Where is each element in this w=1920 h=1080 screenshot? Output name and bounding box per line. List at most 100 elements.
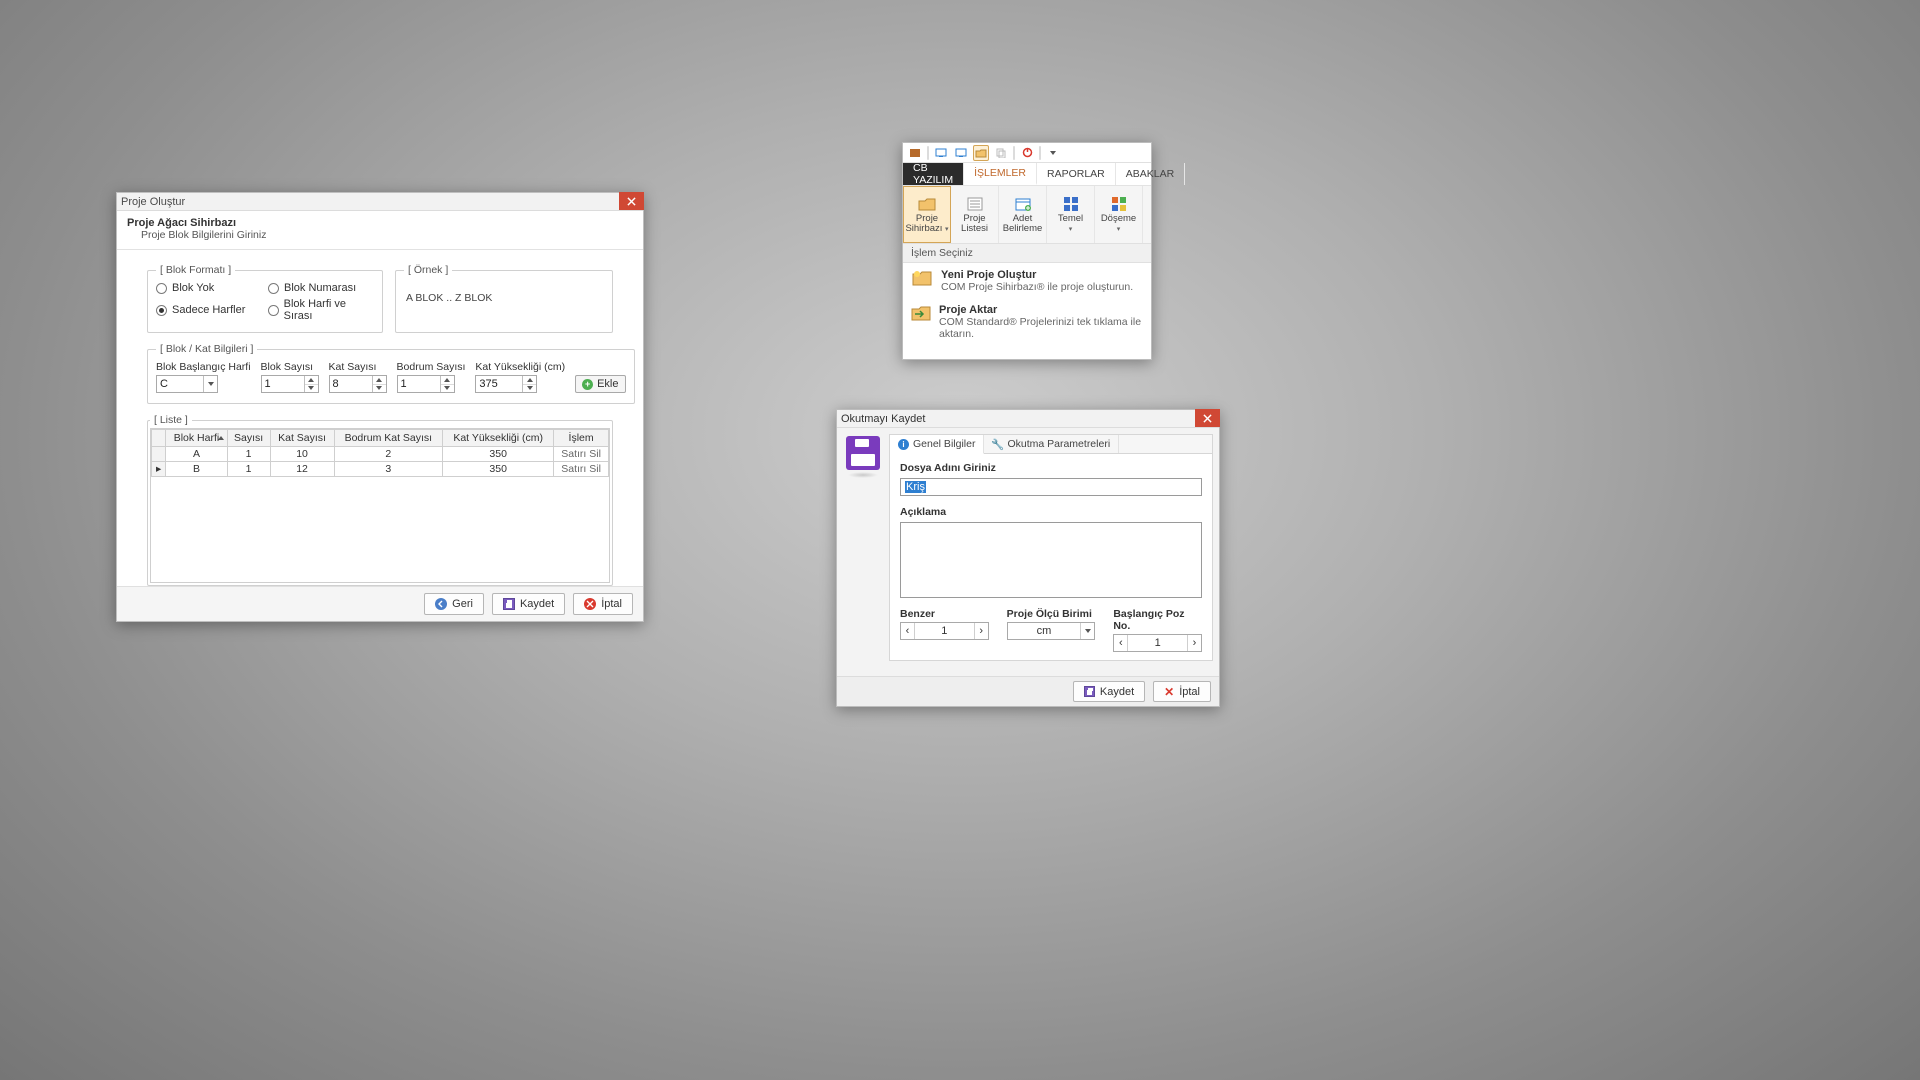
ekle-button[interactable]: + Ekle [575, 375, 625, 393]
spin-down-icon[interactable] [305, 385, 318, 393]
chevron-down-icon: ▾ [945, 226, 949, 233]
ribbon-proje-sihirbazi[interactable]: ProjeSihirbazı ▾ [903, 186, 951, 243]
spin-up-icon[interactable]: › [1187, 635, 1201, 651]
table-row[interactable]: ▸ B 1 12 3 350 Satırı Sil [152, 462, 609, 477]
label-kat-yuksekligi: Kat Yüksekliği (cm) [475, 361, 565, 373]
tab-label: Genel Bilgiler [913, 438, 975, 450]
close-button[interactable] [1195, 409, 1220, 427]
radio-blok-numarasi[interactable]: Blok Numarası [268, 282, 374, 294]
ribbon-adet-belirleme[interactable]: AdetBelirleme [999, 186, 1047, 243]
spin-up-icon[interactable] [305, 376, 318, 385]
spinner-kat-yuksekligi[interactable]: 375 [475, 375, 537, 393]
delete-row-link[interactable]: Satırı Sil [554, 447, 609, 462]
tab-genel-bilgiler[interactable]: i Genel Bilgiler [890, 435, 984, 454]
kaydet-button[interactable]: Kaydet [1073, 681, 1145, 702]
qat-folder-icon[interactable] [973, 145, 989, 161]
qat-app-icon[interactable] [907, 145, 923, 161]
spin-down-icon[interactable] [441, 385, 454, 393]
icon-shadow [848, 472, 878, 478]
grid-liste[interactable]: Blok Harfi Sayısı Kat Sayısı Bodrum Kat … [150, 428, 610, 583]
qat-copy-icon[interactable] [993, 145, 1009, 161]
col-blok-harfi[interactable]: Blok Harfi [166, 430, 227, 447]
group-legend: [ Örnek ] [404, 264, 452, 276]
dialog-panel: i Genel Bilgiler 🔧 Okutma Parametreleri … [889, 434, 1213, 661]
radio-sadece-harfler[interactable]: Sadece Harfler [156, 298, 262, 322]
spacer [575, 361, 625, 373]
col-islem[interactable]: İşlem [554, 430, 609, 447]
wizard-title: Proje Ağacı Sihirbazı [127, 217, 633, 229]
table-row[interactable]: A 1 10 2 350 Satırı Sil [152, 447, 609, 462]
info-icon: i [898, 439, 909, 450]
close-icon [1203, 414, 1212, 423]
qat-customize-dropdown[interactable] [1045, 145, 1061, 161]
menu-yeni-proje-olustur[interactable]: Yeni Proje Oluştur COM Proje Sihirbazı® … [903, 263, 1151, 298]
qat-screen2-icon[interactable] [953, 145, 969, 161]
combo-olcu-birimi[interactable]: cm [1007, 622, 1096, 640]
menu-title: Proje Aktar [939, 304, 1143, 316]
tab-abaklar[interactable]: ABAKLAR [1116, 163, 1185, 185]
tab-okutma-parametreleri[interactable]: 🔧 Okutma Parametreleri [984, 435, 1119, 453]
close-button[interactable] [619, 192, 644, 210]
group-ornek: [ Örnek ] A BLOK .. Z BLOK [395, 264, 613, 333]
dialog-side-icon [843, 434, 883, 661]
ribbon-window: CB YAZILIM İŞLEMLER RAPORLAR ABAKLAR Pro… [902, 142, 1152, 360]
tab-islemler[interactable]: İŞLEMLER [964, 163, 1037, 185]
col-sayisi[interactable]: Sayısı [227, 430, 270, 447]
ribbon-doseme[interactable]: Döşeme▾ [1095, 186, 1143, 243]
cell-blok-harfi: A [166, 447, 227, 462]
spin-down-icon[interactable] [523, 385, 536, 393]
spinner-benzer[interactable]: ‹ 1 › [900, 622, 989, 640]
tab-raporlar[interactable]: RAPORLAR [1037, 163, 1116, 185]
spin-down-icon[interactable]: ‹ [901, 623, 915, 639]
qat-power-icon[interactable] [1019, 145, 1035, 161]
radio-blok-yok[interactable]: Blok Yok [156, 282, 262, 294]
spin-up-icon[interactable] [373, 376, 386, 385]
menu-title: Yeni Proje Oluştur [941, 269, 1133, 281]
grid-blue-icon [1061, 195, 1081, 213]
spin-up-icon[interactable]: › [974, 623, 988, 639]
radio-blok-harfi-sirasi[interactable]: Blok Harfi ve Sırası [268, 298, 374, 322]
menu-desc: COM Standard® Projelerinizi tek tıklama … [939, 316, 1143, 341]
textarea-aciklama[interactable] [900, 522, 1202, 598]
col-kat-yuksekligi[interactable]: Kat Yüksekliği (cm) [443, 430, 554, 447]
spin-up-icon[interactable] [523, 376, 536, 385]
dialog-footer: Kaydet ✕ İptal [837, 676, 1219, 706]
kaydet-button[interactable]: Kaydet [492, 593, 565, 615]
tab-cb-yazilim[interactable]: CB YAZILIM [903, 163, 964, 185]
spin-up-icon[interactable] [441, 376, 454, 385]
group-liste: [ Liste ] Blok Harfi Sayısı Kat Sayısı B… [147, 414, 613, 586]
iptal-button[interactable]: ✕ İptal [1153, 681, 1211, 702]
chevron-down-icon: ▾ [1117, 226, 1121, 233]
menu-proje-aktar[interactable]: Proje Aktar COM Standard® Projelerinizi … [903, 298, 1151, 345]
calendar-plus-icon [1013, 195, 1033, 213]
combo-blok-baslangic-harfi[interactable]: C [156, 375, 218, 393]
spinner-bodrum-sayisi[interactable]: 1 [397, 375, 455, 393]
spinner-value: 1 [1128, 635, 1187, 651]
spinner-blok-sayisi[interactable]: 1 [261, 375, 319, 393]
cancel-icon: ✕ [1164, 685, 1174, 699]
spinner-kat-sayisi[interactable]: 8 [329, 375, 387, 393]
delete-row-link[interactable]: Satırı Sil [554, 462, 609, 477]
wizard-header: Proje Ağacı Sihirbazı Proje Blok Bilgile… [117, 211, 643, 250]
iptal-button[interactable]: İptal [573, 593, 633, 615]
spinner-value: 8 [333, 378, 339, 390]
col-kat-sayisi[interactable]: Kat Sayısı [270, 430, 334, 447]
button-label: Geri [452, 598, 473, 610]
close-icon [627, 197, 636, 206]
spinner-baslangic-poz[interactable]: ‹ 1 › [1113, 634, 1202, 652]
titlebar[interactable]: Proje Oluştur [117, 193, 643, 211]
cell-kat-sayisi: 10 [270, 447, 334, 462]
group-legend: [ Blok / Kat Bilgileri ] [156, 343, 257, 355]
spinner-value: 1 [915, 623, 974, 639]
spin-down-icon[interactable]: ‹ [1114, 635, 1128, 651]
geri-button[interactable]: Geri [424, 593, 484, 615]
dialog-title: Proje Oluştur [121, 196, 185, 208]
titlebar[interactable]: Okutmayı Kaydet [837, 410, 1219, 428]
col-bodrum-kat-sayisi[interactable]: Bodrum Kat Sayısı [334, 430, 443, 447]
qat-screen1-icon[interactable] [933, 145, 949, 161]
spin-down-icon[interactable] [373, 385, 386, 393]
label-aciklama: Açıklama [900, 506, 1202, 518]
ribbon-temel[interactable]: Temel▾ [1047, 186, 1095, 243]
ribbon-proje-listesi[interactable]: ProjeListesi [951, 186, 999, 243]
input-dosya-adi[interactable]: Kriş [900, 478, 1202, 496]
